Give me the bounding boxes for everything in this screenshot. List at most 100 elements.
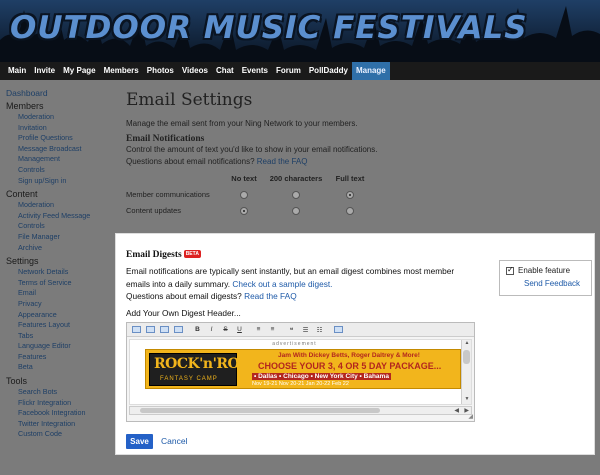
notifications-question: Questions about email notifications? Rea… <box>126 156 566 168</box>
nav-item-my-page[interactable]: My Page <box>59 62 99 80</box>
site-banner: OUTDOOR MUSIC FESTIVALS <box>0 0 600 62</box>
sidebar-item-appearance[interactable]: Appearance <box>6 310 118 321</box>
sidebar-item-custom-code[interactable]: Custom Code <box>6 429 118 440</box>
nav-item-photos[interactable]: Photos <box>143 62 178 80</box>
save-button[interactable]: Save <box>126 434 153 449</box>
sidebar-item-message-broadcast[interactable]: Message Broadcast <box>6 144 118 155</box>
notifications-header-row: No text 200 characters Full text <box>126 174 566 186</box>
enable-feature-box: Enable feature Send Feedback <box>499 260 592 296</box>
digest-header-label: Add Your Own Digest Header... <box>126 308 241 318</box>
sidebar-item-file-manager[interactable]: File Manager <box>6 232 118 243</box>
file-icon[interactable] <box>172 324 185 335</box>
main-content: Email Settings Manage the email sent fro… <box>126 86 566 218</box>
sidebar-item-content-controls[interactable]: Controls <box>6 221 118 232</box>
italic-icon[interactable]: I <box>205 324 218 335</box>
radio-content-full[interactable] <box>346 206 354 215</box>
site-title[interactable]: OUTDOOR MUSIC FESTIVALS <box>10 10 528 46</box>
link-icon[interactable] <box>130 324 143 335</box>
sidebar-item-features[interactable]: Features <box>6 352 118 363</box>
digest-question-text: Questions about email digests? <box>126 291 242 301</box>
ad-package-text: CHOOSE YOUR 3, 4 OR 5 DAY PACKAGE... <box>258 361 442 371</box>
radio-member-no-text[interactable] <box>240 190 248 199</box>
bold-icon[interactable]: B <box>191 324 204 335</box>
intro-text: Manage the email sent from your Ning Net… <box>126 119 358 128</box>
nav-item-main[interactable]: Main <box>4 62 30 80</box>
row-label: Member communications <box>126 189 210 199</box>
editor-content-area[interactable]: advertisement ROCK'n'ROLL FANTASY CAMP J… <box>129 339 472 405</box>
sidebar-item-facebook[interactable]: Facebook Integration <box>6 408 118 419</box>
sidebar-dashboard[interactable]: Dashboard <box>6 88 118 98</box>
column-no-text: No text <box>231 174 257 183</box>
sidebar-item-email[interactable]: Email <box>6 288 118 299</box>
nav-item-members[interactable]: Members <box>100 62 143 80</box>
sidebar-item-twitter[interactable]: Twitter Integration <box>6 419 118 430</box>
send-feedback-link[interactable]: Send Feedback <box>524 279 585 288</box>
sidebar-item-moderation[interactable]: Moderation <box>6 112 118 123</box>
column-200-chars: 200 characters <box>269 174 323 183</box>
sidebar-item-profile-questions[interactable]: Profile Questions <box>6 133 118 144</box>
ad-banner[interactable]: ROCK'n'ROLL FANTASY CAMP Jam With Dickey… <box>145 349 461 389</box>
sidebar: Dashboard Members Moderation Invitation … <box>6 88 118 440</box>
column-full-text: Full text <box>335 174 365 183</box>
sidebar-item-language-editor[interactable]: Language Editor <box>6 341 118 352</box>
align-left-icon[interactable]: ≡ <box>252 324 265 335</box>
ad-headline: Jam With Dickey Betts, Roger Daltrey & M… <box>278 352 420 359</box>
nav-item-polldaddy[interactable]: PollDaddy <box>305 62 352 80</box>
align-center-icon[interactable]: ≡ <box>266 324 279 335</box>
rich-text-editor: B I S U ≡ ≡ ❝ ☰ ☷ advertisement ROCK'n'R… <box>126 322 475 422</box>
sidebar-item-archive[interactable]: Archive <box>6 243 118 254</box>
html-icon[interactable] <box>332 324 345 335</box>
sidebar-item-privacy[interactable]: Privacy <box>6 299 118 310</box>
sidebar-item-activity-feed[interactable]: Activity Feed Message <box>6 211 118 222</box>
sidebar-item-beta[interactable]: Beta <box>6 362 118 373</box>
notifications-table: No text 200 characters Full text Member … <box>126 174 566 218</box>
ad-dates: Nov 19-21 Nov 20-21 Jan 20-22 Feb 22 <box>252 381 349 387</box>
sidebar-item-flickr[interactable]: Flickr Integration <box>6 398 118 409</box>
digest-description: Email notifications are typically sent i… <box>126 265 471 290</box>
resize-handle-icon[interactable]: ◢ <box>468 413 473 420</box>
sidebar-item-content-moderation[interactable]: Moderation <box>6 200 118 211</box>
sidebar-item-tabs[interactable]: Tabs <box>6 331 118 342</box>
scroll-down-icon[interactable]: ▼ <box>462 396 471 404</box>
horizontal-scrollbar[interactable]: ◀ ▶ <box>129 406 472 415</box>
radio-content-200[interactable] <box>292 206 300 215</box>
notifications-faq-link[interactable]: Read the FAQ <box>257 157 308 166</box>
sidebar-item-controls[interactable]: Controls <box>6 165 118 176</box>
radio-member-full[interactable] <box>346 190 354 199</box>
bullet-list-icon[interactable]: ☰ <box>299 324 312 335</box>
underline-icon[interactable]: U <box>233 324 246 335</box>
sidebar-section-title: Settings <box>6 256 39 267</box>
nav-item-videos[interactable]: Videos <box>178 62 212 80</box>
notifications-text: Control the amount of text you'd like to… <box>126 145 378 154</box>
enable-feature-label[interactable]: Enable feature <box>518 266 570 275</box>
ad-logo: ROCK'n'ROLL FANTASY CAMP <box>149 353 258 386</box>
scroll-up-icon[interactable]: ▲ <box>462 340 471 348</box>
sidebar-item-sign-up[interactable]: Sign up/Sign in <box>6 176 118 187</box>
nav-item-forum[interactable]: Forum <box>272 62 305 80</box>
sidebar-item-features-layout[interactable]: Features Layout <box>6 320 118 331</box>
image-icon[interactable] <box>144 324 157 335</box>
scroll-left-icon[interactable]: ◀ <box>454 407 459 414</box>
ad-logo-line2: FANTASY CAMP <box>160 376 218 382</box>
cancel-link[interactable]: Cancel <box>161 436 187 446</box>
nav-item-chat[interactable]: Chat <box>212 62 238 80</box>
strikethrough-icon[interactable]: S <box>219 324 232 335</box>
sidebar-item-search-bots[interactable]: Search Bots <box>6 387 118 398</box>
nav-item-manage[interactable]: Manage <box>351 62 390 80</box>
page-title: Email Settings <box>126 90 253 110</box>
nav-item-invite[interactable]: Invite <box>30 62 59 80</box>
sidebar-item-terms[interactable]: Terms of Service <box>6 278 118 289</box>
radio-member-200[interactable] <box>292 190 300 199</box>
radio-content-no-text[interactable] <box>240 206 248 215</box>
sidebar-item-network-details[interactable]: Network Details <box>6 267 118 278</box>
numbered-list-icon[interactable]: ☷ <box>313 324 326 335</box>
sample-digest-link[interactable]: Check out a sample digest. <box>232 279 332 289</box>
enable-feature-checkbox[interactable] <box>506 265 514 275</box>
digest-faq-link[interactable]: Read the FAQ <box>244 291 297 301</box>
video-icon[interactable] <box>158 324 171 335</box>
quote-icon[interactable]: ❝ <box>285 324 298 335</box>
sidebar-item-invitation[interactable]: Invitation <box>6 123 118 134</box>
nav-item-events[interactable]: Events <box>238 62 272 80</box>
sidebar-item-management[interactable]: Management <box>6 154 118 165</box>
vertical-scrollbar[interactable]: ▲ ▼ <box>461 340 471 404</box>
